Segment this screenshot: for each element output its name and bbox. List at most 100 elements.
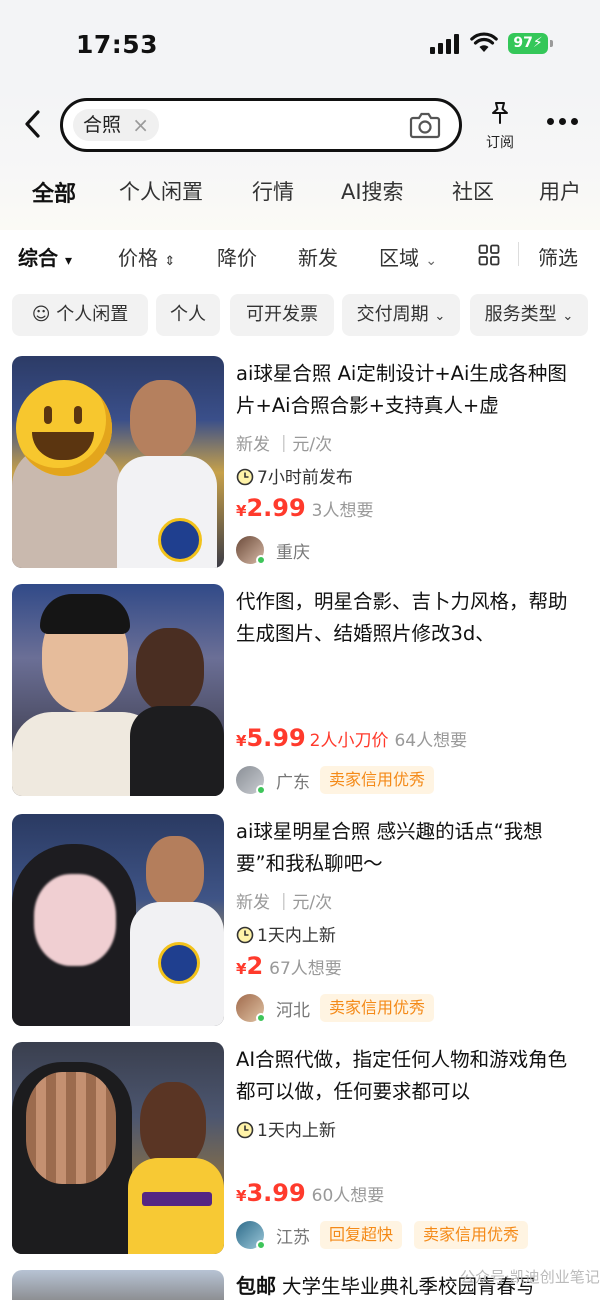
item-time-label: 1天内上新 bbox=[257, 1121, 336, 1141]
tab-all[interactable]: 全部 bbox=[32, 176, 77, 208]
price-row: ¥2.99 3人想要 bbox=[236, 494, 586, 528]
item-meta: 新发 ｜元/次 bbox=[236, 435, 333, 455]
item-want-count: 67人想要 bbox=[269, 959, 342, 979]
subscribe-label: 订阅 bbox=[486, 135, 514, 151]
sort-region[interactable]: 区域 ⌄ bbox=[379, 242, 437, 271]
camera-icon[interactable] bbox=[409, 111, 441, 139]
back-button[interactable] bbox=[18, 106, 48, 142]
item-photo bbox=[12, 1042, 224, 1254]
item-meta: 新发 ｜元/次 bbox=[236, 893, 333, 913]
tab-personal-idle[interactable]: 个人闲置 bbox=[119, 176, 203, 206]
item-time-tag: 1天内上新 bbox=[236, 1116, 336, 1141]
seller-credit-badge: 卖家信用优秀 bbox=[320, 994, 435, 1022]
chip-personal[interactable]: 个人 bbox=[156, 294, 220, 336]
item-time-label: 7小时前发布 bbox=[257, 468, 353, 488]
pin-icon bbox=[492, 102, 508, 124]
clock-icon bbox=[236, 468, 254, 486]
chip-delivery-cycle-label: 交付周期 bbox=[356, 304, 429, 325]
filter-chips: ☺ 个人闲置 个人 可开发票 交付周期 ⌄ 服务类型 ⌄ bbox=[0, 294, 600, 338]
item-price: 2 bbox=[246, 952, 264, 980]
battery-indicator: 97⚡ bbox=[508, 33, 553, 54]
emoji-face-icon bbox=[16, 380, 112, 476]
sort-price[interactable]: 价格 ⇕ bbox=[118, 242, 175, 271]
search-query-chip[interactable]: 合照 × bbox=[73, 109, 160, 141]
chip-delivery-cycle[interactable]: 交付周期 ⌄ bbox=[342, 294, 460, 336]
player-face bbox=[136, 628, 204, 712]
sort-bar: 综合 ▾ 价格 ⇕ 降价 新发 区域 ⌄ 筛选 bbox=[0, 230, 600, 280]
item-want-count: 64人想要 bbox=[394, 731, 468, 751]
online-status-dot bbox=[256, 1013, 266, 1023]
charging-bolt-icon: ⚡ bbox=[532, 35, 543, 51]
item-photo bbox=[12, 1270, 224, 1300]
person-hair bbox=[40, 594, 130, 634]
watermark: 公众号·凯迪创业笔记 bbox=[460, 1268, 600, 1286]
tab-market[interactable]: 行情 bbox=[252, 176, 294, 206]
jersey-lettering bbox=[142, 1192, 212, 1206]
chevron-down-icon: ▾ bbox=[64, 253, 72, 269]
seller-location: 河北 bbox=[276, 1001, 310, 1021]
online-status-dot bbox=[256, 785, 266, 795]
seller-location: 重庆 bbox=[276, 543, 310, 563]
seller-row: 广东 卖家信用优秀 bbox=[236, 766, 586, 796]
fast-reply-badge: 回复超快 bbox=[320, 1221, 403, 1249]
ghost-icon: ☺ bbox=[31, 304, 51, 325]
online-status-dot bbox=[256, 1240, 266, 1250]
seller-location: 广东 bbox=[276, 773, 310, 793]
seller-location: 江苏 bbox=[276, 1228, 310, 1248]
filter-button[interactable]: 筛选 bbox=[538, 242, 578, 271]
more-options-icon[interactable] bbox=[545, 116, 581, 128]
chevron-down-icon: ⌄ bbox=[425, 253, 438, 269]
item-title: 代作图，明星合影、吉卜力风格，帮助生成图片、结婚照片修改3d、 bbox=[236, 590, 568, 645]
player-face bbox=[130, 380, 196, 460]
search-input[interactable]: 合照 × bbox=[60, 98, 462, 152]
item-title: ai球星合照 Ai定制设计+Ai生成各种图片+Ai合照合影+支持真人+虚 bbox=[236, 362, 567, 417]
chip-personal-idle-label: 个人闲置 bbox=[56, 304, 129, 325]
divider bbox=[518, 242, 519, 266]
item-price: 3.99 bbox=[246, 1179, 306, 1207]
item-photo bbox=[12, 814, 224, 1026]
item-title: ai球星明星合照 感兴趣的话点“我想要”和我私聊吧～ bbox=[236, 820, 543, 875]
tab-users[interactable]: 用户 bbox=[539, 176, 581, 206]
seller-credit-badge: 卖家信用优秀 bbox=[320, 766, 435, 794]
sort-region-label: 区域 bbox=[379, 246, 419, 270]
item-time-tag: 7小时前发布 bbox=[236, 463, 353, 488]
chip-service-type-label: 服务类型 bbox=[484, 304, 557, 325]
chevron-down-icon: ⌄ bbox=[434, 309, 446, 324]
price-currency: ¥ bbox=[236, 960, 247, 978]
item-want-count: 3人想要 bbox=[311, 501, 374, 521]
seller-row: 重庆 bbox=[236, 536, 586, 566]
sort-comprehensive[interactable]: 综合 ▾ bbox=[18, 242, 72, 271]
status-bar: 17:53 97⚡ bbox=[0, 0, 600, 90]
sort-price-drop[interactable]: 降价 bbox=[217, 242, 257, 271]
price-row: ¥2 67人想要 bbox=[236, 952, 586, 986]
sort-toggle-icon: ⇕ bbox=[164, 254, 176, 269]
pixelated-face bbox=[26, 1072, 116, 1184]
subscribe-button[interactable]: 订阅 bbox=[480, 100, 520, 152]
grid-view-icon[interactable] bbox=[478, 244, 500, 266]
price-currency: ¥ bbox=[236, 1187, 247, 1205]
player-shirt bbox=[130, 706, 224, 796]
team-logo bbox=[158, 942, 200, 984]
battery-level: 97 bbox=[513, 35, 533, 51]
clear-query-icon[interactable]: × bbox=[132, 109, 149, 141]
sort-newest[interactable]: 新发 bbox=[298, 242, 338, 271]
item-discount: 2人小刀价 bbox=[309, 731, 389, 751]
item-photo bbox=[12, 356, 224, 568]
seller-row: 河北 卖家信用优秀 bbox=[236, 994, 586, 1024]
tab-ai-search[interactable]: AI搜索 bbox=[341, 176, 404, 206]
player-jersey bbox=[128, 1158, 224, 1254]
price-currency: ¥ bbox=[236, 502, 247, 520]
online-status-dot bbox=[256, 555, 266, 565]
chip-personal-idle[interactable]: ☺ 个人闲置 bbox=[12, 294, 148, 336]
seller-row: 江苏 回复超快 卖家信用优秀 bbox=[236, 1221, 586, 1251]
search-header: 合照 × 订阅 全部 个人闲置 行情 AI搜索 社区 用户 bbox=[0, 90, 600, 230]
chip-service-type[interactable]: 服务类型 ⌄ bbox=[470, 294, 588, 336]
status-time: 17:53 bbox=[76, 30, 159, 59]
tab-community[interactable]: 社区 bbox=[452, 176, 494, 206]
item-want-count: 60人想要 bbox=[311, 1186, 385, 1206]
team-logo bbox=[158, 518, 202, 562]
seller-credit-badge: 卖家信用优秀 bbox=[414, 1221, 529, 1249]
item-time-label: 1天内上新 bbox=[257, 926, 336, 946]
price-row: ¥5.99 2人小刀价 64人想要 bbox=[236, 724, 586, 758]
chip-invoice[interactable]: 可开发票 bbox=[230, 294, 334, 336]
